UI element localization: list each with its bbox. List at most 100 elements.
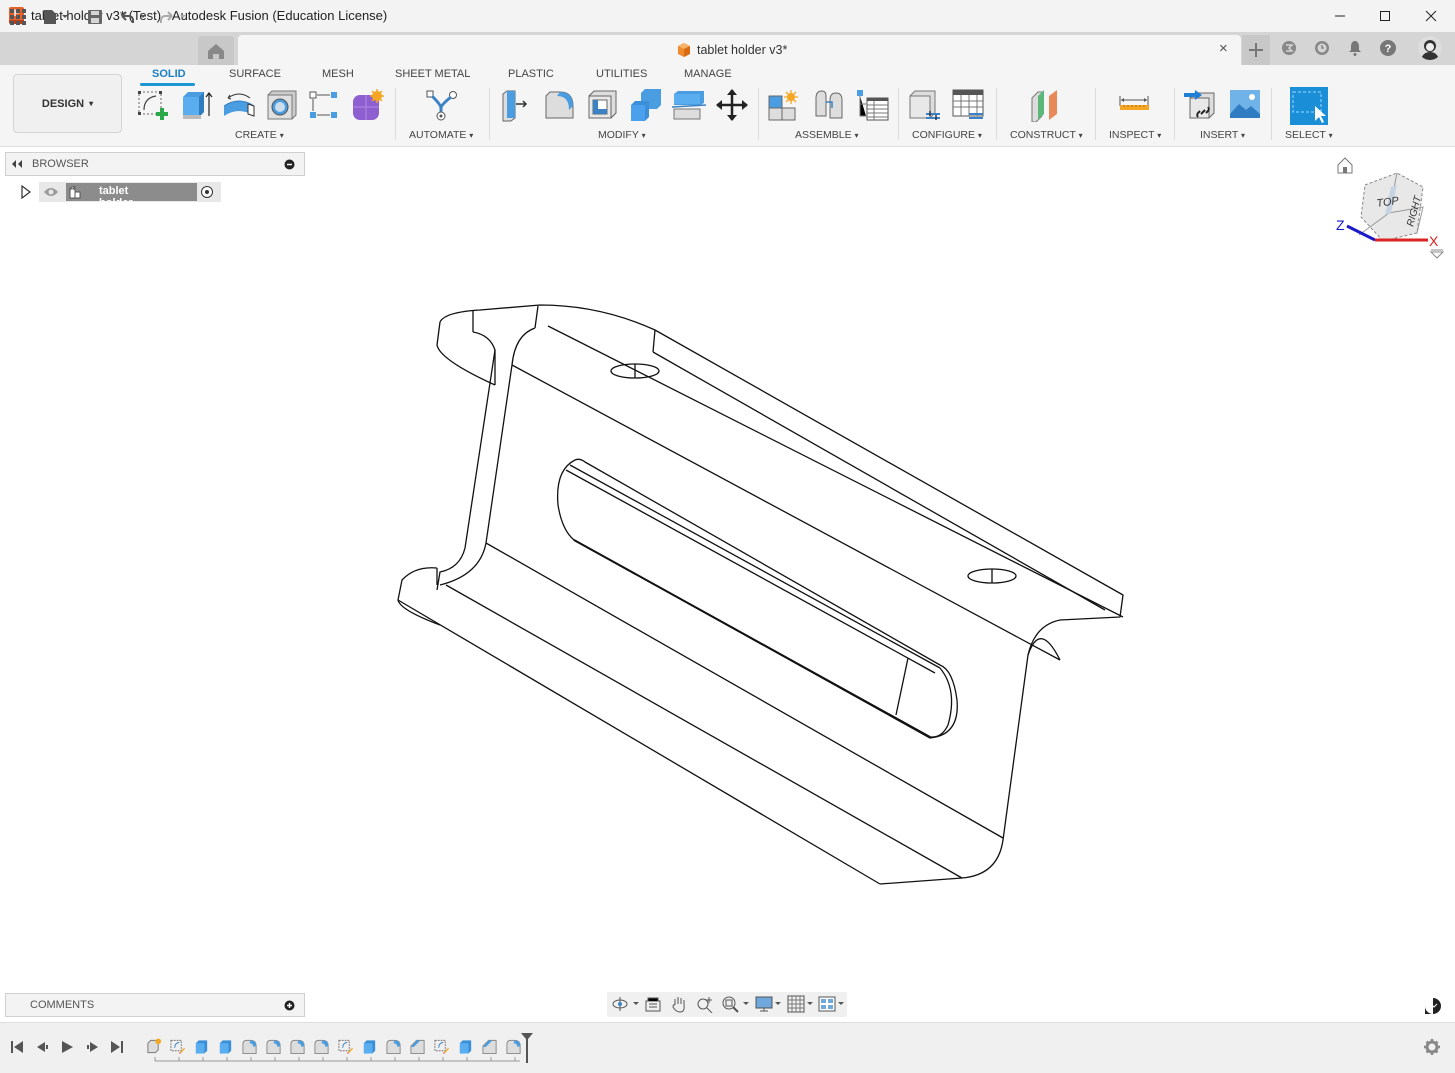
new-component-button[interactable] — [767, 88, 801, 122]
close-window-button[interactable] — [1408, 0, 1454, 32]
joint-button[interactable] — [812, 88, 846, 122]
shell-button[interactable] — [586, 88, 620, 122]
insert-canvas-button[interactable] — [1228, 88, 1262, 122]
insert-derive-button[interactable] — [1184, 88, 1218, 122]
move-copy-button[interactable] — [715, 88, 749, 122]
timeline-feature-sketch[interactable] — [170, 1038, 186, 1055]
viewcube[interactable]: TOP RIGHT Z X — [1335, 155, 1445, 263]
tab-sheet-metal[interactable]: SHEET METAL — [395, 68, 470, 80]
hole-button[interactable] — [265, 88, 299, 122]
zoom-button[interactable] — [696, 995, 714, 1013]
combine-button[interactable] — [629, 88, 663, 122]
timeline-feature-fillet[interactable] — [242, 1038, 258, 1055]
timeline-marker[interactable] — [520, 1032, 534, 1064]
history-clock-icon[interactable] — [1313, 39, 1331, 57]
orbit-button[interactable] — [611, 995, 641, 1013]
look-at-button[interactable] — [644, 995, 662, 1013]
offset-plane-button[interactable] — [1029, 88, 1063, 123]
timeline-feature-sketch[interactable] — [434, 1038, 450, 1055]
maximize-button[interactable] — [1362, 0, 1408, 32]
workspace-switcher-button[interactable]: DESIGN ▾ — [13, 74, 122, 133]
inspect-group-menu[interactable]: INSPECT ▾ — [1109, 129, 1161, 141]
tab-manage[interactable]: MANAGE — [684, 68, 732, 80]
feedback-icon[interactable] — [1424, 997, 1442, 1015]
job-status-icon[interactable] — [1280, 39, 1298, 57]
bill-of-materials-button[interactable] — [856, 88, 890, 122]
configuration-table-button[interactable] — [951, 88, 985, 122]
rectangular-pattern-button[interactable] — [307, 88, 341, 122]
tab-mesh[interactable]: MESH — [322, 68, 354, 80]
help-icon[interactable]: ? — [1379, 39, 1397, 57]
viewports-button[interactable] — [818, 995, 846, 1013]
fillet-button[interactable] — [543, 88, 577, 122]
timeline-feature-extrude[interactable] — [194, 1038, 210, 1055]
extrude-button[interactable] — [180, 88, 214, 122]
timeline-settings-gear-icon[interactable] — [1423, 1038, 1441, 1056]
create-form-button[interactable] — [350, 88, 384, 122]
home-tab[interactable] — [198, 36, 234, 65]
assemble-group-menu[interactable]: ASSEMBLE ▾ — [795, 129, 859, 141]
notifications-bell-icon[interactable] — [1347, 39, 1363, 57]
visibility-eye-icon[interactable] — [43, 186, 59, 198]
fit-button[interactable] — [721, 995, 751, 1013]
minimize-panel-icon[interactable] — [284, 159, 295, 170]
create-group-menu[interactable]: CREATE ▾ — [235, 129, 284, 141]
tab-surface[interactable]: SURFACE — [229, 68, 281, 80]
timeline-feature-extrude[interactable] — [362, 1038, 378, 1055]
timeline-go-to-end[interactable] — [109, 1039, 125, 1055]
tab-solid[interactable]: SOLID — [152, 68, 186, 80]
timeline-feature-sketch[interactable] — [338, 1038, 354, 1055]
automate-group-menu[interactable]: AUTOMATE ▾ — [409, 129, 473, 141]
expand-triangle-icon[interactable] — [21, 185, 31, 199]
measure-button[interactable] — [1118, 88, 1152, 122]
grid-settings-button[interactable] — [787, 995, 815, 1013]
timeline-feature-extrude[interactable] — [218, 1038, 234, 1055]
press-pull-button[interactable] — [500, 88, 534, 122]
insert-group-menu[interactable]: INSERT ▾ — [1200, 129, 1245, 141]
timeline-feature-fillet[interactable] — [386, 1038, 402, 1055]
timeline-feature-fillet[interactable] — [290, 1038, 306, 1055]
activate-radio-icon[interactable] — [200, 185, 214, 199]
select-group-menu[interactable]: SELECT ▾ — [1285, 129, 1333, 141]
construct-group-menu[interactable]: CONSTRUCT ▾ — [1010, 129, 1083, 141]
timeline-feature-component[interactable] — [146, 1038, 162, 1055]
configure-group-menu[interactable]: CONFIGURE ▾ — [912, 129, 982, 141]
undo-button[interactable] — [118, 6, 148, 28]
data-panel-button[interactable] — [8, 6, 28, 28]
select-button[interactable] — [1290, 87, 1328, 125]
timeline-feature-extrude[interactable] — [458, 1038, 474, 1055]
redo-button[interactable] — [158, 6, 188, 28]
timeline-feature-chamfer[interactable] — [482, 1038, 498, 1055]
viewcube-menu-icon[interactable] — [1429, 249, 1445, 259]
display-settings-button[interactable] — [755, 995, 783, 1013]
tab-utilities[interactable]: UTILITIES — [596, 68, 647, 80]
file-menu-button[interactable] — [40, 6, 72, 28]
configure-model-button[interactable] — [908, 88, 942, 122]
save-button[interactable] — [86, 6, 104, 28]
collapse-panel-icon[interactable] — [11, 159, 23, 169]
minimize-button[interactable] — [1317, 0, 1363, 32]
browser-panel-header[interactable]: BROWSER — [5, 152, 305, 176]
home-view-icon[interactable] — [1337, 157, 1353, 174]
split-body-button[interactable] — [671, 88, 707, 122]
timeline-feature-fillet[interactable] — [266, 1038, 282, 1055]
create-sketch-button[interactable] — [136, 88, 170, 122]
timeline-step-forward[interactable] — [84, 1039, 100, 1055]
timeline-play[interactable] — [59, 1039, 75, 1055]
canvas-viewport[interactable] — [0, 148, 1455, 1022]
timeline-step-back[interactable] — [35, 1039, 51, 1055]
user-avatar[interactable] — [1418, 36, 1442, 60]
add-comment-icon[interactable] — [284, 1000, 295, 1011]
revolve-button[interactable] — [222, 88, 256, 122]
timeline-feature-fillet[interactable] — [314, 1038, 330, 1055]
timeline-feature-chamfer[interactable] — [410, 1038, 426, 1055]
close-tab-button[interactable]: × — [1219, 40, 1228, 57]
automate-button[interactable] — [424, 88, 458, 122]
comments-panel-header[interactable]: COMMENTS — [5, 993, 305, 1017]
hole-icon — [267, 90, 297, 120]
timeline-go-to-start[interactable] — [9, 1039, 25, 1055]
tab-plastic[interactable]: PLASTIC — [508, 68, 554, 80]
pan-button[interactable] — [670, 995, 688, 1013]
modify-group-menu[interactable]: MODIFY ▾ — [598, 129, 646, 141]
new-tab-button[interactable] — [1242, 35, 1270, 65]
